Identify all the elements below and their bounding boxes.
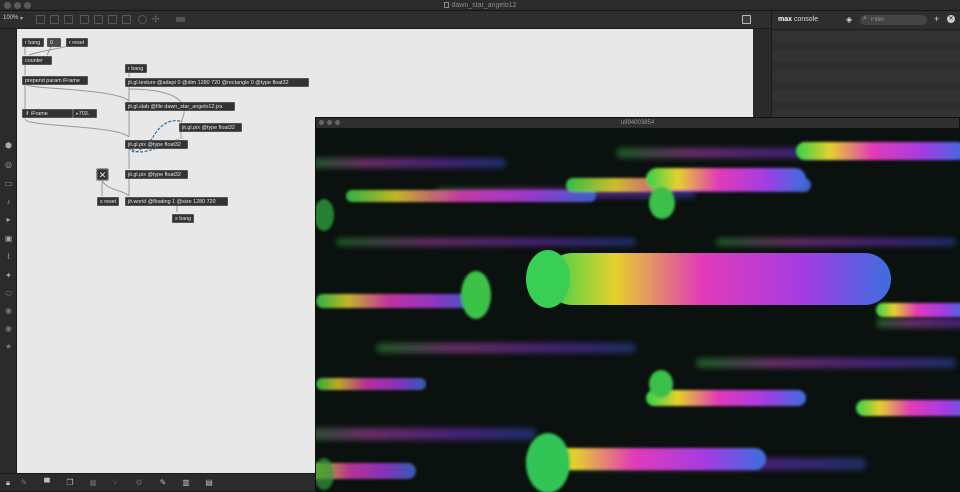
presentation-mode-icon[interactable]: ▀ [42, 478, 52, 488]
minimize-icon[interactable] [327, 120, 332, 125]
debug-icon[interactable]: ⚙︎ [134, 478, 144, 488]
package-icon[interactable]: ⬢ [4, 141, 13, 150]
jit-world-object[interactable]: jit.world @floating 1 @size 1280 720 [125, 197, 228, 206]
grid-icon[interactable]: ▦ [88, 478, 98, 488]
message-icon[interactable] [50, 15, 59, 24]
pill-icon[interactable]: ⬭ [4, 289, 13, 298]
left-sidebar: ⬢ ◎ ▭ ♪ ▸ ▣ ⌇ ✦ ⬭ ◉ ◉ ★ [0, 29, 17, 473]
number-icon[interactable] [122, 15, 131, 24]
patcher-toolbar: 100% ▾ ✣ [0, 11, 771, 29]
console-row [772, 81, 960, 91]
toggle-close-box[interactable]: ✕ [96, 168, 109, 181]
console-title: max console [778, 16, 819, 23]
info-icon[interactable]: ◉ [4, 324, 13, 333]
jit-gl-pix-object-2[interactable]: jit.gl.pix @type float32 [125, 170, 188, 179]
zoom-level[interactable]: 100% [3, 15, 18, 21]
wrench-icon[interactable]: ✎ [158, 478, 168, 488]
send-reset-object[interactable]: s reset [97, 197, 119, 206]
lock-icon[interactable]: 🔒︎ [3, 478, 13, 488]
jit-gl-pix-object-1[interactable]: jit.gl.pix @type float32 [125, 140, 188, 149]
clear-icon[interactable]: ✕ [947, 15, 955, 23]
video-icon[interactable]: ▸ [4, 215, 13, 224]
prepend-object[interactable]: prepend param iFrame [22, 76, 88, 85]
render-canvas [316, 128, 960, 492]
puzzle-icon[interactable]: ✦ [4, 271, 13, 280]
console-row [772, 101, 960, 111]
comment-icon[interactable] [64, 15, 73, 24]
help-icon[interactable]: ◉ [4, 306, 13, 315]
target-icon[interactable]: ◎ [4, 160, 13, 169]
render-window-title-bar: u994003854 [316, 118, 959, 128]
number-box[interactable]: 0 [47, 38, 61, 47]
console-header: max console ◈ ⌕ + ✕ [772, 11, 960, 30]
console-row [772, 91, 960, 101]
jit-gl-slab-object[interactable]: jit.gl.slab @file dawn_star_angelo12.jxs [125, 102, 235, 111]
console-row [772, 71, 960, 81]
search-icon: ⌕ [863, 15, 867, 22]
image-icon[interactable]: ▣ [4, 234, 13, 243]
plus-icon[interactable]: + [934, 14, 939, 24]
render-window-title: u994003854 [620, 120, 655, 126]
button-icon[interactable] [94, 15, 103, 24]
jit-gl-texture-object[interactable]: jit.gl.texture @adapt 0 @dim 1280 720 @r… [125, 78, 309, 87]
edit-icon[interactable]: ✎ [19, 478, 29, 488]
music-icon[interactable]: ♪ [4, 197, 13, 206]
pan-icon[interactable]: ✣ [152, 15, 161, 24]
columns-icon[interactable]: ▥ [181, 478, 191, 488]
console-row [772, 31, 960, 41]
windows-icon[interactable]: ❐ [65, 478, 75, 488]
console-row [772, 51, 960, 61]
counter-object[interactable]: counter [22, 56, 52, 65]
diamond-icon[interactable]: ◈ [846, 15, 852, 24]
maximize-icon[interactable] [335, 120, 340, 125]
jitter-render-window[interactable]: u994003854 [315, 117, 960, 492]
star-icon[interactable]: ★ [4, 342, 13, 351]
receive-reset-object[interactable]: r reset [66, 38, 88, 47]
document-icon [443, 2, 449, 9]
console-icon[interactable] [742, 15, 751, 24]
console-row [772, 61, 960, 71]
fork-icon[interactable]: ⑂ [110, 478, 120, 488]
console-filter-input[interactable] [860, 15, 927, 25]
close-icon: ✕ [98, 170, 107, 180]
console-row [772, 41, 960, 51]
new-object-icon[interactable] [36, 15, 45, 24]
send-bang-object[interactable]: s bang [172, 214, 194, 223]
title-bar: dawn_star_angelo12 [0, 0, 960, 11]
receive-bang-object[interactable]: r bang [22, 38, 44, 47]
rect-icon[interactable]: ▭ [4, 179, 13, 188]
iframe-param-box[interactable]: ⬍ iFrame [22, 109, 73, 118]
close-icon[interactable] [319, 120, 324, 125]
render-image [316, 128, 960, 492]
window-title: dawn_star_angelo12 [0, 0, 960, 11]
iframe-value-box[interactable]: ▸703. [73, 109, 97, 118]
slider-icon[interactable] [108, 15, 117, 24]
zoom-chevron-icon[interactable]: ▾ [20, 15, 23, 22]
receive-bang-object-2[interactable]: r bang [125, 64, 147, 73]
paperclip-icon[interactable]: ⌇ [4, 252, 13, 261]
keyboard-icon[interactable]: ▤ [204, 478, 214, 488]
jit-gl-pix-object-right[interactable]: jit.gl.pix @type float32 [179, 123, 242, 132]
toggle-icon[interactable] [80, 15, 89, 24]
dial-icon[interactable] [138, 15, 147, 24]
presentation-icon[interactable] [176, 17, 185, 22]
